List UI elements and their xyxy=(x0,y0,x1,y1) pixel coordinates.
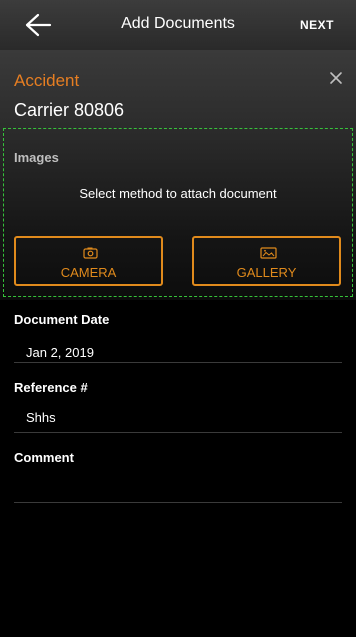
attach-method-prompt: Select method to attach document xyxy=(79,186,277,201)
camera-button-label: CAMERA xyxy=(60,265,117,280)
comment-underline xyxy=(14,502,342,503)
comment-input[interactable] xyxy=(26,478,342,498)
camera-icon xyxy=(83,247,98,259)
document-date-value[interactable]: Jan 2, 2019 xyxy=(26,345,94,360)
reference-underline xyxy=(14,432,342,433)
images-label: Images xyxy=(14,150,59,165)
gallery-button-label: GALLERY xyxy=(236,265,297,280)
close-icon[interactable] xyxy=(326,68,346,88)
reference-input[interactable]: Shhs xyxy=(26,410,56,425)
comment-label: Comment xyxy=(14,450,74,465)
document-date-label: Document Date xyxy=(14,312,110,327)
carrier-name: Carrier 80806 xyxy=(14,100,125,120)
record-type-title: Accident xyxy=(14,71,80,90)
app-header: Add Documents NEXT xyxy=(0,0,356,50)
camera-button[interactable]: CAMERA xyxy=(14,236,163,286)
gallery-icon xyxy=(260,247,277,259)
reference-label: Reference # xyxy=(14,380,88,395)
document-date-underline xyxy=(14,362,342,363)
gallery-button[interactable]: GALLERY xyxy=(192,236,341,286)
next-button[interactable]: NEXT xyxy=(300,18,334,32)
